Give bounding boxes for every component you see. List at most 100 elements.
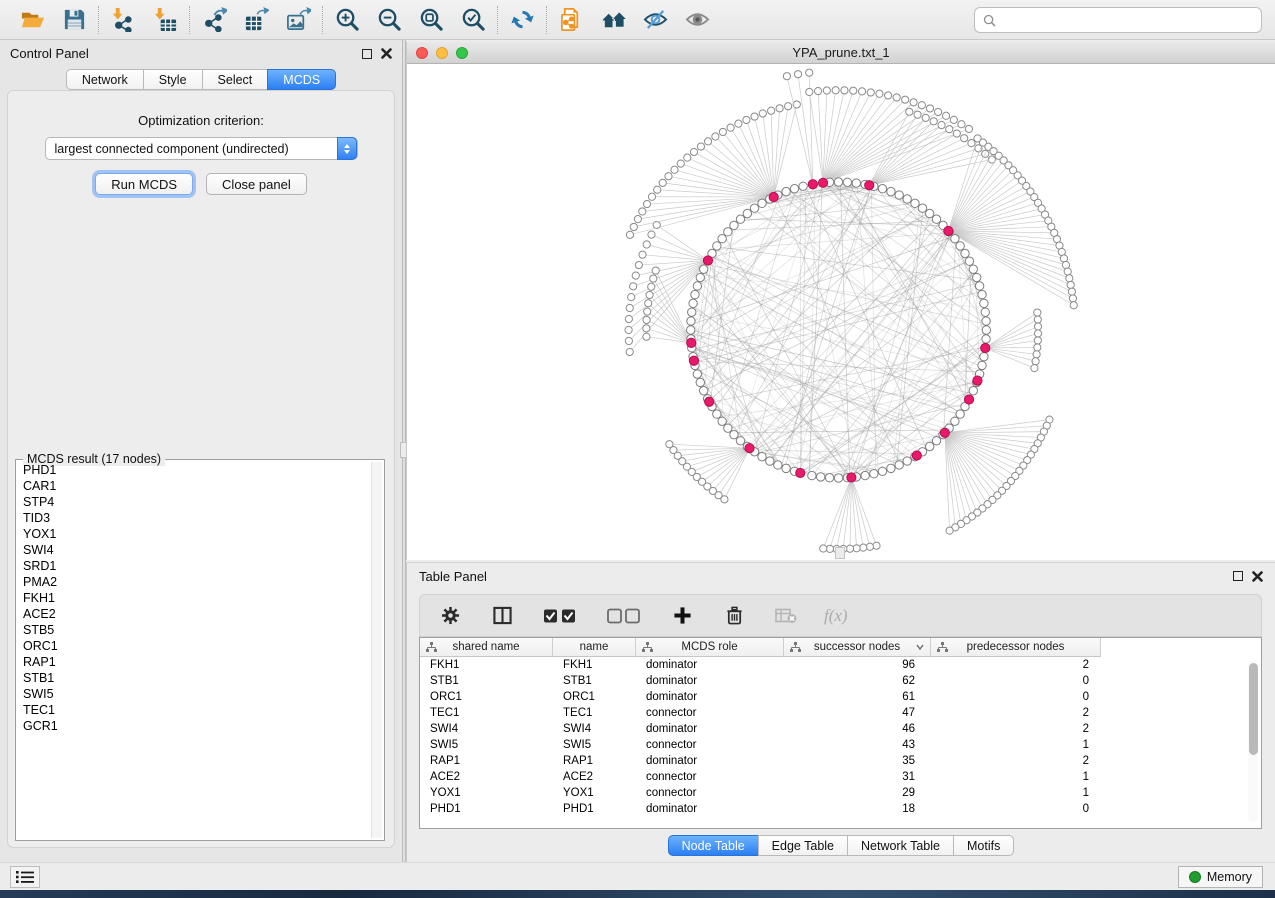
table-cell[interactable]: dominator xyxy=(636,673,784,689)
mcds-result-item[interactable]: TEC1 xyxy=(18,702,370,718)
mcds-result-item[interactable]: FKH1 xyxy=(18,590,370,606)
window-zoom-icon[interactable] xyxy=(456,47,468,59)
table-cell[interactable]: FKH1 xyxy=(420,657,553,673)
table-cell[interactable]: STB1 xyxy=(420,673,553,689)
tab-style[interactable]: Style xyxy=(143,69,203,90)
memory-button[interactable]: Memory xyxy=(1178,866,1263,888)
zoom-selected-button[interactable] xyxy=(459,6,487,34)
window-minimize-icon[interactable] xyxy=(436,47,448,59)
mcds-result-item[interactable]: RAP1 xyxy=(18,654,370,670)
float-panel-icon[interactable] xyxy=(362,49,372,59)
table-cell[interactable]: 1 xyxy=(931,769,1101,785)
table-row[interactable]: PHD1PHD1dominator180 xyxy=(420,801,1261,817)
mcds-result-item[interactable]: SRD1 xyxy=(18,558,370,574)
table-cell[interactable]: SWI4 xyxy=(420,721,553,737)
table-cell[interactable]: 0 xyxy=(931,689,1101,705)
network-graph[interactable] xyxy=(407,64,1275,560)
tab-network[interactable]: Network xyxy=(66,69,144,90)
column-header-predecessor-nodes[interactable]: predecessor nodes xyxy=(931,638,1101,657)
mcds-result-item[interactable]: ACE2 xyxy=(18,606,370,622)
tab-network-table[interactable]: Network Table xyxy=(847,835,954,856)
mcds-result-item[interactable]: PHD1 xyxy=(18,462,370,478)
mcds-result-item[interactable]: STB1 xyxy=(18,670,370,686)
tab-mcds[interactable]: MCDS xyxy=(267,69,336,90)
table-cell[interactable]: RAP1 xyxy=(553,753,636,769)
table-cell[interactable]: 2 xyxy=(931,753,1101,769)
table-cell[interactable]: 0 xyxy=(931,801,1101,817)
table-cell[interactable]: dominator xyxy=(636,657,784,673)
table-cell[interactable]: 18 xyxy=(784,801,931,817)
search-input[interactable] xyxy=(1002,13,1253,27)
table-cell[interactable]: FKH1 xyxy=(553,657,636,673)
table-row[interactable]: YOX1YOX1connector291 xyxy=(420,785,1261,801)
table-cell[interactable]: dominator xyxy=(636,753,784,769)
table-cell[interactable]: 35 xyxy=(784,753,931,769)
table-cell[interactable]: 62 xyxy=(784,673,931,689)
save-button[interactable] xyxy=(60,6,88,34)
horizontal-splitter-handle[interactable] xyxy=(835,547,845,559)
select-stepper[interactable] xyxy=(337,137,357,160)
tab-node-table[interactable]: Node Table xyxy=(668,835,759,856)
mcds-result-item[interactable]: SWI4 xyxy=(18,542,370,558)
zoom-fit-button[interactable] xyxy=(417,6,445,34)
criterion-select[interactable]: largest connected component (undirected) xyxy=(45,137,358,160)
table-cell[interactable]: SWI5 xyxy=(420,737,553,753)
close-panel-icon[interactable] xyxy=(381,48,392,59)
table-row[interactable]: ORC1ORC1dominator610 xyxy=(420,689,1261,705)
export-table-button[interactable] xyxy=(242,6,270,34)
table-cell[interactable]: 96 xyxy=(784,657,931,673)
mcds-result-item[interactable]: ORC1 xyxy=(18,638,370,654)
table-cell[interactable]: 29 xyxy=(784,785,931,801)
zoom-in-button[interactable] xyxy=(333,6,361,34)
column-header-mcds-role[interactable]: MCDS role xyxy=(636,638,784,657)
table-row[interactable]: FKH1FKH1dominator962 xyxy=(420,657,1261,673)
refresh-button[interactable] xyxy=(508,6,536,34)
run-mcds-button[interactable]: Run MCDS xyxy=(95,173,193,195)
mcds-result-item[interactable]: STB5 xyxy=(18,622,370,638)
table-row[interactable]: SWI4SWI4dominator462 xyxy=(420,721,1261,737)
mcds-result-list[interactable]: PHD1CAR1STP4TID3YOX1SWI4SRD1PMA2FKH1ACE2… xyxy=(18,462,370,838)
table-cell[interactable]: TEC1 xyxy=(420,705,553,721)
table-cell[interactable]: 46 xyxy=(784,721,931,737)
table-cell[interactable]: ACE2 xyxy=(420,769,553,785)
table-cell[interactable]: connector xyxy=(636,705,784,721)
mcds-list-scrollbar[interactable] xyxy=(371,462,382,838)
mcds-result-item[interactable]: CAR1 xyxy=(18,478,370,494)
table-cell[interactable]: ORC1 xyxy=(420,689,553,705)
table-cell[interactable]: 2 xyxy=(931,705,1101,721)
task-history-button[interactable] xyxy=(10,866,40,888)
open-button[interactable] xyxy=(18,6,46,34)
table-cell[interactable]: 61 xyxy=(784,689,931,705)
table-cell[interactable]: 1 xyxy=(931,785,1101,801)
mcds-result-item[interactable]: TID3 xyxy=(18,510,370,526)
deselect-all-button[interactable] xyxy=(604,602,644,630)
table-cell[interactable]: 2 xyxy=(931,657,1101,673)
tab-edge-table[interactable]: Edge Table xyxy=(758,835,848,856)
table-cell[interactable]: STB1 xyxy=(553,673,636,689)
add-column-button[interactable] xyxy=(668,602,696,630)
table-cell[interactable]: 47 xyxy=(784,705,931,721)
float-panel-icon[interactable] xyxy=(1233,571,1243,581)
node-table[interactable]: shared namenameMCDS rolesuccessor nodesp… xyxy=(419,637,1262,829)
import-network-button[interactable] xyxy=(109,6,137,34)
hide-selected-button[interactable] xyxy=(641,6,669,34)
close-panel-icon[interactable] xyxy=(1252,571,1263,582)
table-cell[interactable]: 0 xyxy=(931,673,1101,689)
import-table-button[interactable] xyxy=(151,6,179,34)
export-image-button[interactable] xyxy=(284,6,312,34)
create-network-view-button[interactable] xyxy=(557,6,585,34)
split-panel-button[interactable] xyxy=(488,602,516,630)
table-cell[interactable]: SWI5 xyxy=(553,737,636,753)
table-row[interactable]: SWI5SWI5connector431 xyxy=(420,737,1261,753)
delete-column-button[interactable] xyxy=(720,602,748,630)
first-neighbors-button[interactable] xyxy=(599,6,627,34)
mcds-result-item[interactable]: SWI5 xyxy=(18,686,370,702)
table-cell[interactable]: 2 xyxy=(931,721,1101,737)
function-builder-button[interactable]: f(x) xyxy=(824,606,848,626)
table-row[interactable]: ACE2ACE2connector311 xyxy=(420,769,1261,785)
table-cell[interactable]: 43 xyxy=(784,737,931,753)
tab-select[interactable]: Select xyxy=(202,69,269,90)
table-cell[interactable]: 1 xyxy=(931,737,1101,753)
zoom-out-button[interactable] xyxy=(375,6,403,34)
table-cell[interactable]: dominator xyxy=(636,689,784,705)
